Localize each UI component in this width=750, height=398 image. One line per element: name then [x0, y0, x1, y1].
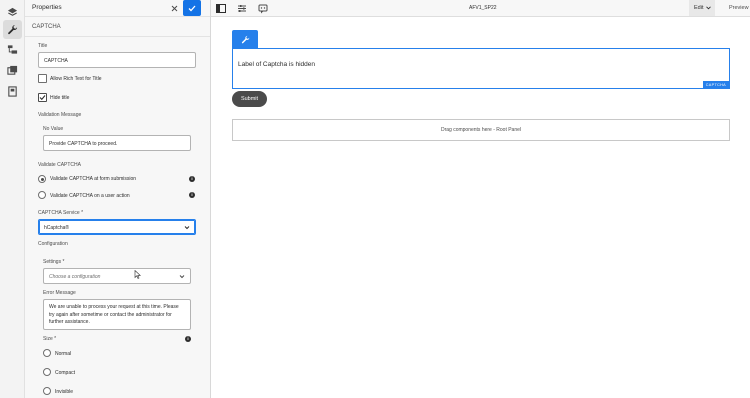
toggle-side-panel-icon[interactable] [215, 3, 226, 14]
hide-title-label: Hide title [50, 95, 70, 101]
annotations-icon[interactable] [257, 3, 268, 14]
validate-on-submit-label: Validate CAPTCHA at form submission [50, 176, 137, 182]
info-icon[interactable]: i [189, 192, 195, 198]
info-icon[interactable]: i [185, 336, 191, 342]
edit-mode-label: Edit [694, 5, 704, 11]
site-icon[interactable] [3, 82, 22, 101]
properties-icon[interactable] [236, 3, 247, 14]
properties-panel: Properties CAPTCHA Title CAPTCHA Allow R… [25, 0, 211, 398]
content-tree-icon[interactable] [3, 40, 22, 59]
no-value-field[interactable]: Provide CAPTCHA to proceed. [43, 135, 191, 151]
validate-on-action-radio[interactable] [38, 191, 46, 199]
title-field[interactable]: CAPTCHA [38, 52, 196, 68]
validate-on-action-label: Validate CAPTCHA on a user action [50, 193, 130, 199]
app-root: Properties CAPTCHA Title CAPTCHA Allow R… [0, 0, 750, 398]
panel-header: Properties [25, 0, 210, 17]
size-normal-radio[interactable] [43, 349, 51, 357]
settings-label: Settings * [43, 259, 65, 265]
checkmark-icon[interactable] [183, 0, 201, 16]
size-compact-radio[interactable] [43, 368, 51, 376]
validate-on-submit-radio[interactable] [38, 175, 46, 183]
validate-captcha-label: Validate CAPTCHA [38, 162, 81, 168]
component-toolbar-wrench[interactable] [232, 30, 258, 48]
size-invisible-radio[interactable] [43, 387, 51, 395]
error-message-textarea[interactable]: We are unable to process your request at… [43, 299, 191, 330]
wrench-icon[interactable] [3, 20, 22, 39]
root-panel-drop-zone[interactable]: Drag components here - Root Panel [232, 119, 730, 141]
configuration-label: Configuration [38, 241, 68, 247]
page-name: AFV1_SP22 [469, 5, 497, 11]
captcha-hidden-label: Label of Captcha is hidden [238, 61, 315, 68]
wrench-icon [241, 35, 249, 43]
captcha-service-label: CAPTCHA Service * [38, 210, 84, 216]
validation-message-label: Validation Message [38, 112, 82, 118]
component-name: CAPTCHA [32, 24, 61, 30]
chevron-down-icon [184, 226, 190, 230]
size-label: Size * [43, 336, 57, 342]
assets-icon[interactable] [3, 61, 22, 80]
error-message-label: Error Message [43, 290, 76, 296]
size-normal-label: Normal [55, 351, 72, 357]
captcha-service-value: hCaptcha® [44, 225, 70, 231]
submit-button[interactable]: Submit [232, 91, 267, 107]
panel-title: Properties [32, 4, 62, 11]
hide-title-checkbox[interactable] [38, 93, 47, 102]
captcha-badge: CAPTCHA [702, 81, 729, 88]
allow-rich-text-checkbox[interactable] [38, 74, 47, 83]
allow-rich-text-label: Allow Rich Text for Title [50, 76, 102, 82]
captcha-component[interactable]: Label of Captcha is hidden CAPTCHA [232, 48, 730, 89]
title-label: Title [38, 43, 48, 49]
side-rail [0, 0, 25, 398]
chevron-down-icon [179, 275, 185, 279]
info-icon[interactable]: i [189, 176, 195, 182]
size-invisible-label: Invisible [55, 389, 74, 395]
size-compact-label: Compact [55, 370, 76, 376]
captcha-service-select[interactable]: hCaptcha® [38, 219, 196, 235]
close-icon[interactable] [168, 2, 180, 14]
divider [25, 36, 210, 37]
mouse-cursor-icon [134, 270, 141, 279]
no-value-label: No Value [43, 126, 64, 132]
settings-placeholder: Choose a configuration [49, 274, 101, 280]
chevron-down-icon [706, 6, 711, 10]
editor-toolbar: AFV1_SP22 Edit Preview [211, 0, 750, 17]
preview-button[interactable]: Preview [729, 5, 749, 11]
edit-mode-dropdown[interactable]: Edit [689, 0, 715, 16]
settings-select[interactable]: Choose a configuration [43, 268, 191, 284]
